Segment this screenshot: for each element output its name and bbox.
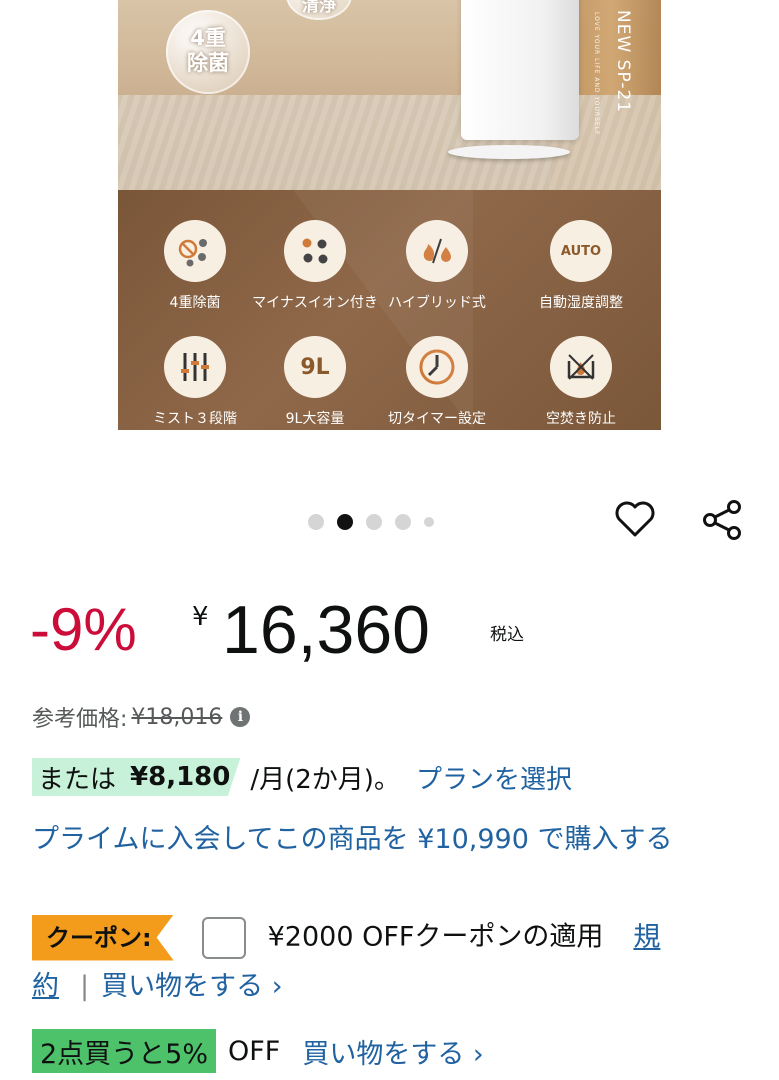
- badge-line-1: 4重: [190, 26, 226, 50]
- purify-badge-text: 清浄: [302, 0, 336, 16]
- humidifier-device: [461, 0, 579, 140]
- bulk-off-text: OFF: [228, 1035, 281, 1067]
- feature-dry-protection: 空焚き防止: [516, 336, 646, 428]
- installment-prefix: または: [38, 764, 117, 795]
- share-icon: [703, 500, 741, 540]
- heart-icon: [615, 501, 655, 537]
- coupon-text: ¥2000 OFFクーポンの適用: [267, 921, 604, 953]
- feature-auto-humidity: AUTO 自動湿度調整: [516, 220, 646, 312]
- installment-row: または ¥8,180 /月(2か月)。 プランを選択: [32, 758, 572, 796]
- currency-symbol: ¥: [192, 602, 209, 632]
- carousel-dot[interactable]: [308, 514, 324, 530]
- feature-label: 4重除菌: [169, 295, 221, 311]
- coupon-badge: クーポン:: [32, 914, 174, 961]
- capacity-icon: 9L: [284, 336, 346, 398]
- share-button[interactable]: [698, 496, 746, 544]
- mist-levels-icon: [164, 336, 226, 398]
- coupon-shop-link[interactable]: 買い物をする ›: [101, 971, 282, 1002]
- feature-label: ハイブリッド式: [388, 295, 486, 311]
- feature-label: 自動湿度調整: [539, 295, 623, 311]
- feature-hybrid: ハイブリッド式: [372, 220, 502, 312]
- carousel-indicator: [308, 512, 434, 532]
- product-photo: 4重 除菌 清浄 NEW SP-21 LOVE YOUR LIFE AND YO…: [118, 0, 661, 190]
- select-plan-link[interactable]: プランを選択: [416, 759, 572, 796]
- reference-price-row: 参考価格: ¥18,016 i: [32, 701, 251, 733]
- tax-label: 税込: [490, 625, 524, 645]
- auto-icon: AUTO: [550, 220, 612, 282]
- carousel-dot[interactable]: [366, 514, 382, 530]
- no-bacteria-icon: [164, 220, 226, 282]
- feature-label: 切タイマー設定: [388, 411, 486, 427]
- coupon-checkbox[interactable]: [201, 916, 246, 959]
- flame-drop-icon: [406, 220, 468, 282]
- discount-percent: -9%: [30, 596, 137, 663]
- reference-price: ¥18,016: [131, 704, 223, 730]
- capacity-icon-text: 9L: [300, 354, 330, 380]
- feature-capacity: 9L 9L大容量: [250, 336, 380, 428]
- carousel-dot[interactable]: [424, 517, 434, 527]
- prime-offer-link[interactable]: プライムに入会してこの商品を ¥10,990 で購入する: [32, 818, 732, 862]
- feature-label: マイナスイオン付き: [252, 295, 378, 311]
- feature-timer: 切タイマー設定: [372, 336, 502, 428]
- bulk-shop-link[interactable]: 買い物をする ›: [302, 1032, 483, 1071]
- feature-sterilization: 4重除菌: [130, 220, 260, 312]
- feature-label: 空焚き防止: [546, 411, 616, 427]
- feature-mist-levels: ミスト３段階: [130, 336, 260, 428]
- favorite-button[interactable]: [612, 496, 658, 542]
- no-dry-heat-icon: [550, 336, 612, 398]
- coupon-separator: |: [80, 971, 90, 1002]
- model-name: NEW SP-21: [613, 10, 633, 114]
- carousel-dot[interactable]: [395, 514, 411, 530]
- product-image[interactable]: 4重 除菌 清浄 NEW SP-21 LOVE YOUR LIFE AND YO…: [118, 0, 661, 430]
- humidifier-base: [448, 145, 570, 159]
- coupon-links-row: 約 | 買い物をする ›: [32, 962, 283, 1012]
- coupon-terms-link-continued[interactable]: 約: [32, 962, 59, 1012]
- price-amount: 16,360: [222, 592, 430, 668]
- installment-amount: ¥8,180: [130, 762, 231, 792]
- feature-label: 9L大容量: [285, 411, 345, 427]
- model-tagline: LOVE YOUR LIFE AND YOURSELF: [593, 12, 600, 136]
- installment-term: /月(2か月)。: [250, 764, 400, 795]
- feature-ion: マイナスイオン付き: [250, 220, 380, 312]
- purify-badge: 清浄: [286, 0, 352, 20]
- feature-label: ミスト３段階: [153, 411, 237, 427]
- auto-icon-text: AUTO: [560, 243, 602, 259]
- coupon-row: クーポン: ¥2000 OFFクーポンの適用規: [32, 912, 762, 963]
- clock-icon: [406, 336, 468, 398]
- bulk-discount-badge: 2点買うと5%: [32, 1029, 217, 1073]
- reference-label: 参考価格:: [32, 707, 128, 732]
- sterilization-badge: 4重 除菌: [166, 10, 250, 94]
- rug-background: [118, 95, 661, 190]
- bulk-discount-row: 2点買うと5% OFF 買い物をする ›: [32, 1028, 484, 1074]
- feature-panel: 4重除菌 マイナスイオン付き ハイブリッド式 AUTO 自動湿度調整 ミスト３段…: [118, 190, 661, 430]
- coupon-terms-link[interactable]: 規: [633, 922, 660, 953]
- ion-icon: [284, 220, 346, 282]
- carousel-dot-active[interactable]: [337, 514, 353, 530]
- info-icon[interactable]: i: [230, 707, 251, 727]
- installment-highlight: または ¥8,180: [32, 758, 241, 796]
- badge-line-2: 除菌: [187, 51, 229, 75]
